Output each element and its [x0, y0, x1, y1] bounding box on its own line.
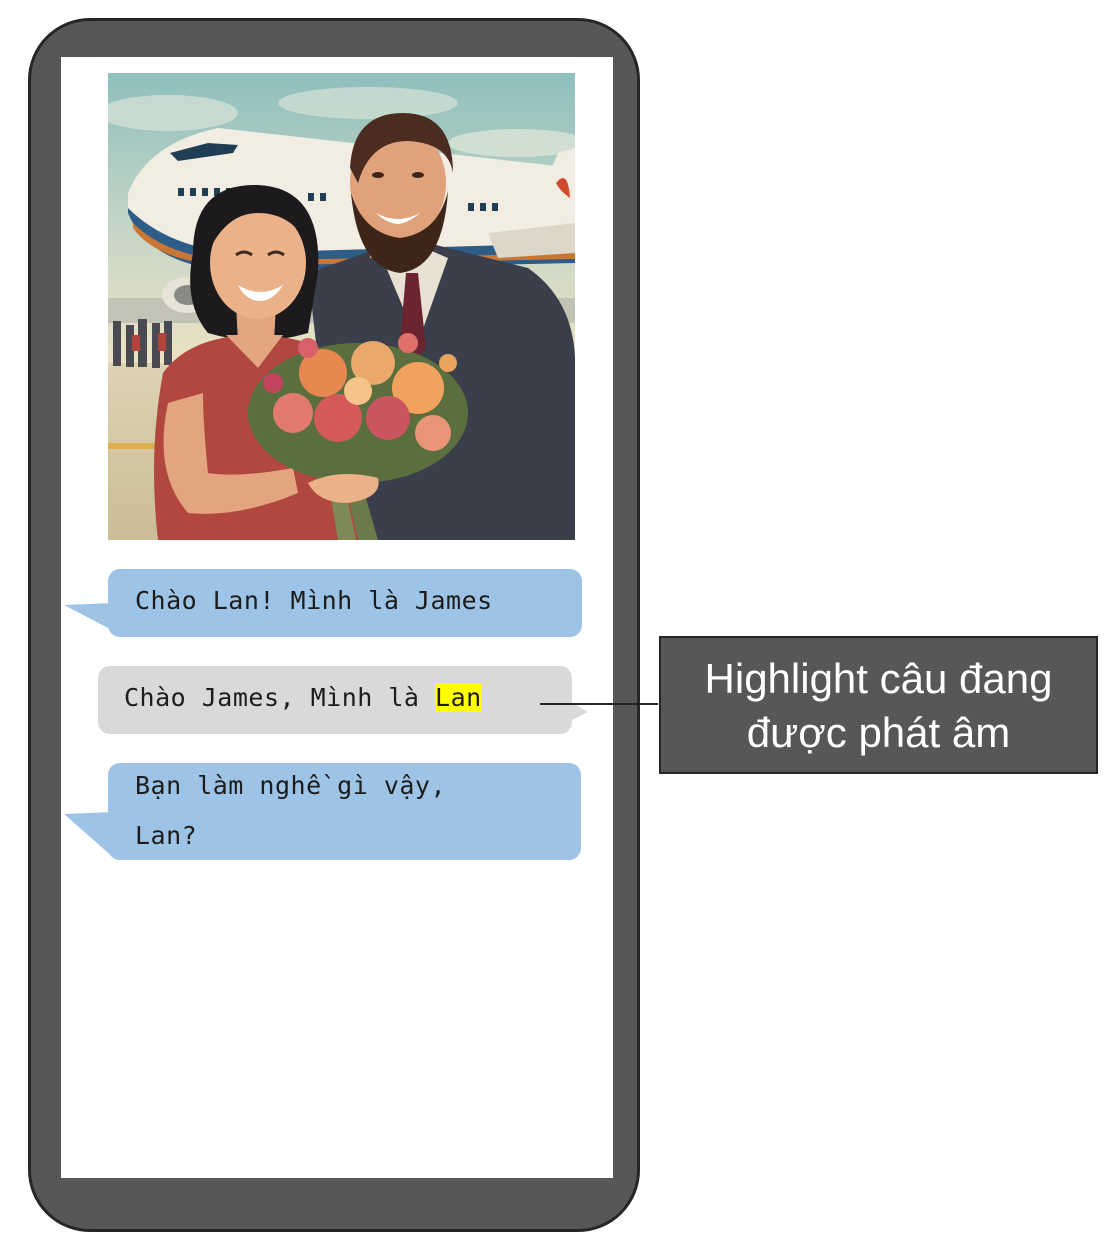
- chat-message-james-1[interactable]: Chào Lan! Mình là James: [108, 569, 582, 637]
- message-text-line-1: Bạn làm nghề gì vậy,: [135, 771, 447, 800]
- message-text: Chào James, Mình là: [124, 683, 436, 712]
- bubble-tail-left: [64, 603, 114, 631]
- chat-message-lan[interactable]: Chào James, Mình là Lan: [98, 666, 572, 734]
- annotation-callout: Highlight câu đang được phát âm: [659, 636, 1098, 774]
- annotation-line-1: Highlight câu đang: [704, 655, 1053, 702]
- conversation-illustration: [108, 73, 575, 540]
- highlighted-word: Lan: [435, 683, 482, 712]
- message-text: Chào Lan! Mình là James: [135, 586, 493, 615]
- chat-message-james-2[interactable]: Bạn làm nghề gì vậy, Lan?: [108, 763, 581, 860]
- illustration-art: [108, 73, 575, 540]
- message-text-line-2: Lan?: [135, 821, 198, 850]
- annotation-connector: [540, 703, 658, 705]
- bubble-tail-left: [64, 812, 114, 858]
- annotation-line-2: được phát âm: [746, 709, 1011, 756]
